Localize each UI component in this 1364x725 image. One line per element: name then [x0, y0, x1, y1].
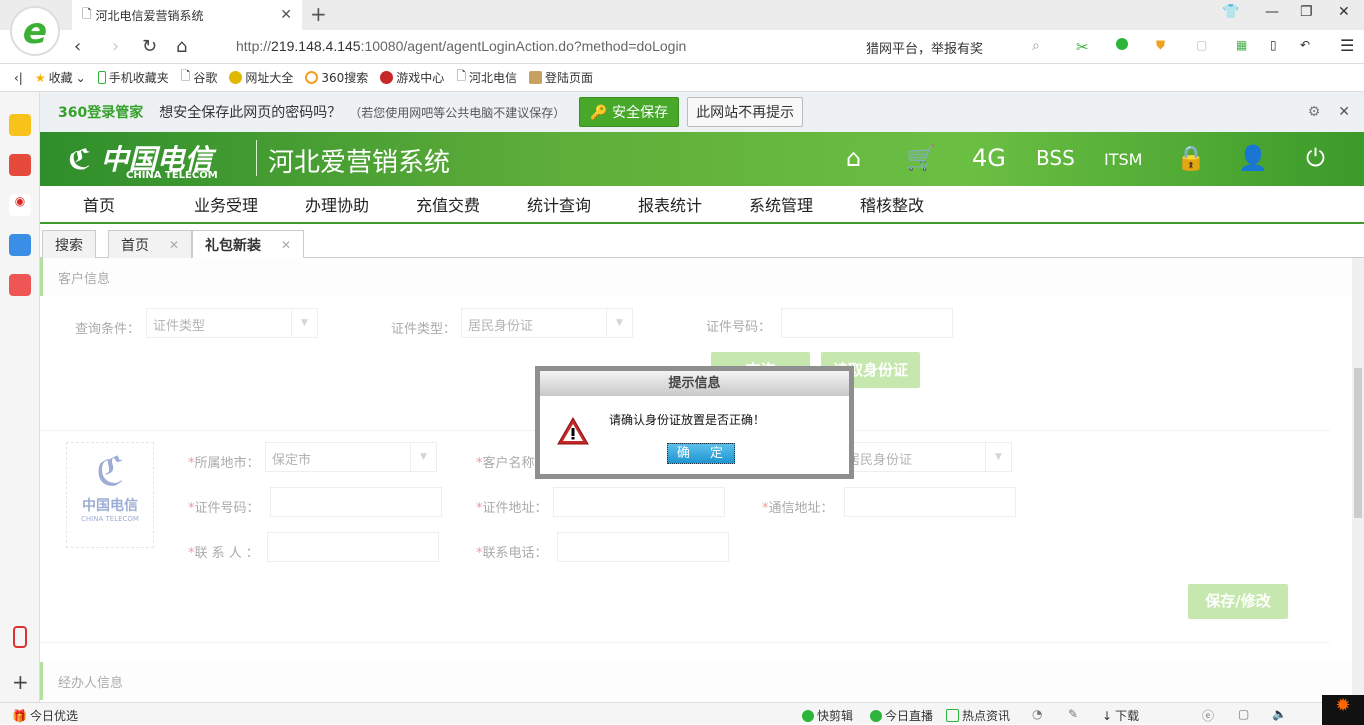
pw-manager-brand: 360登录管家: [58, 102, 143, 122]
battery-side-icon[interactable]: [13, 626, 27, 648]
bookmark-mobile[interactable]: 手机收藏夹: [98, 69, 169, 86]
power-icon[interactable]: ⏻: [1306, 144, 1325, 172]
close-bar-icon[interactable]: ✕: [1338, 104, 1350, 120]
status-news[interactable]: 热点资讯: [946, 707, 1010, 724]
reload-button[interactable]: ↻: [142, 36, 157, 57]
close-window-button[interactable]: ✕: [1338, 4, 1350, 20]
divider: [256, 140, 257, 176]
close-tab-icon[interactable]: ✕: [281, 238, 291, 252]
bookmark-games[interactable]: 游戏中心: [380, 69, 444, 86]
bookmark-hebei[interactable]: 🗋河北电信: [456, 67, 517, 88]
close-tab-icon[interactable]: ✕: [280, 7, 292, 23]
warning-icon: [557, 417, 589, 448]
minimize-button[interactable]: —: [1265, 4, 1279, 20]
ie-icon[interactable]: ⓔ: [1202, 707, 1214, 724]
undo-icon[interactable]: ↶: [1300, 38, 1310, 52]
phone-icon[interactable]: ▯: [1270, 38, 1277, 52]
game-side-icon[interactable]: [9, 274, 31, 296]
home-icon[interactable]: ⌂: [846, 144, 861, 172]
lock-icon[interactable]: 🔒: [1176, 144, 1206, 172]
search-input[interactable]: 猎网平台，举报有奖: [866, 38, 983, 57]
ok-button[interactable]: 确 定: [667, 443, 735, 464]
tab-search[interactable]: 搜索: [42, 230, 96, 258]
search-icon[interactable]: ⌕: [1032, 38, 1040, 54]
bookmark-google[interactable]: 🗋谷歌: [181, 67, 218, 88]
add-side-icon[interactable]: +: [12, 670, 29, 694]
skin-icon[interactable]: 👕: [1222, 4, 1239, 20]
weibo-side-icon[interactable]: ◉: [9, 194, 31, 216]
status-download[interactable]: ↓下载: [1102, 707, 1139, 724]
bookmark-login[interactable]: 登陆页面: [529, 69, 593, 86]
save-password-button[interactable]: 🔑 安全保存: [579, 97, 679, 127]
bookmark-sites[interactable]: 网址大全: [229, 69, 293, 86]
bookmark-favorites[interactable]: ★收藏⌄: [35, 69, 86, 86]
image-icon[interactable]: ▢: [1196, 38, 1207, 52]
favorites-side-icon[interactable]: [9, 114, 31, 136]
link-4g[interactable]: 4G: [972, 144, 1006, 172]
menu-home[interactable]: 首页: [83, 192, 194, 216]
menu-icon[interactable]: ☰: [1340, 36, 1354, 55]
apps-icon[interactable]: ▦: [1236, 38, 1247, 52]
never-prompt-button[interactable]: 此网站不再提示: [687, 97, 803, 127]
menu-audit[interactable]: 稽核整改: [860, 192, 971, 216]
menu-business[interactable]: 业务受理: [194, 192, 305, 216]
translate-icon[interactable]: [1116, 38, 1128, 53]
user-icon[interactable]: 👤: [1238, 144, 1268, 172]
scissors-icon[interactable]: ✂: [1076, 38, 1089, 56]
today-picks[interactable]: 🎁今日优选: [12, 707, 78, 724]
site-header: ℭ 中国电信 CHINA TELECOM 河北爱营销系统 ⌂ 🛒 4G BSS …: [40, 132, 1364, 186]
tab-title: 河北电信爱营销系统: [95, 7, 203, 24]
page-icon: 🗋: [82, 5, 95, 26]
menu-assist[interactable]: 办理协助: [305, 192, 416, 216]
modal-overlay: [40, 258, 1352, 702]
main-menu: 首页 业务受理 办理协助 充值交费 统计查询 报表统计 系统管理 稽核整改: [40, 186, 1364, 224]
scrollbar[interactable]: [1352, 258, 1364, 702]
sidebar-toggle-icon[interactable]: ‹|: [14, 71, 23, 85]
status-quick-edit[interactable]: 快剪辑: [802, 707, 853, 724]
news-side-icon[interactable]: [9, 154, 31, 176]
assistant-icon[interactable]: ✹: [1322, 695, 1364, 725]
cart-icon[interactable]: 🛒: [906, 144, 936, 172]
tab-home[interactable]: 首页✕: [108, 230, 192, 258]
clean-icon[interactable]: ✎: [1068, 707, 1078, 721]
pw-question: 想安全保存此网页的密码吗？: [159, 102, 341, 122]
link-itsm[interactable]: ITSM: [1104, 150, 1142, 169]
browser-sidebar: [0, 92, 40, 702]
bookmark-360search[interactable]: 360搜索: [305, 69, 368, 86]
pw-note: （若您使用网吧等公共电脑不建议保存）: [349, 104, 565, 121]
url-input[interactable]: http://219.148.4.145:10080/agent/agentLo…: [236, 38, 686, 54]
settings-icon[interactable]: ⚙: [1308, 104, 1321, 120]
maximize-button[interactable]: ❐: [1300, 4, 1313, 20]
status-live[interactable]: 今日直播: [870, 707, 933, 724]
logo-en: CHINA TELECOM: [126, 170, 218, 181]
dialog-title: 提示信息: [540, 371, 849, 396]
window-icon[interactable]: ▢: [1238, 707, 1249, 721]
menu-system[interactable]: 系统管理: [749, 192, 860, 216]
close-tab-icon[interactable]: ✕: [169, 238, 179, 252]
dialog-message: 请确认身份证放置是否正确！: [609, 411, 765, 428]
system-title: 河北爱营销系统: [268, 142, 450, 179]
volume-icon[interactable]: 🔈: [1272, 707, 1287, 721]
link-bss[interactable]: BSS: [1036, 146, 1075, 170]
back-button[interactable]: ‹: [74, 36, 81, 57]
forward-button[interactable]: ›: [112, 36, 119, 57]
browser-logo-icon[interactable]: e: [10, 6, 60, 56]
menu-reports[interactable]: 报表统计: [638, 192, 749, 216]
page-tabs: 搜索 首页✕ 礼包新装✕: [40, 226, 1364, 258]
shield-icon[interactable]: ⛊: [1156, 38, 1165, 53]
menu-stats-query[interactable]: 统计查询: [527, 192, 638, 216]
bookmarks-bar: ‹| ★收藏⌄ 手机收藏夹 🗋谷歌 网址大全 360搜索 游戏中心 🗋河北电信 …: [0, 64, 1364, 92]
password-save-bar: 360登录管家 想安全保存此网页的密码吗？ （若您使用网吧等公共电脑不建议保存）…: [40, 92, 1364, 132]
tab-gift-package[interactable]: 礼包新装✕: [192, 230, 304, 259]
browser-tab[interactable]: 🗋 河北电信爱营销系统 ✕: [72, 0, 302, 30]
new-tab-button[interactable]: +: [310, 2, 327, 26]
menu-recharge[interactable]: 充值交费: [416, 192, 527, 216]
home-button[interactable]: ⌂: [176, 36, 187, 57]
status-bar: 🎁今日优选 快剪辑 今日直播 热点资讯 ◔ ✎ ↓下载 ⓔ ▢ 🔈 ✹: [0, 702, 1364, 724]
mail-side-icon[interactable]: [9, 234, 31, 256]
speed-icon[interactable]: ◔: [1032, 707, 1042, 721]
alert-dialog: 提示信息 请确认身份证放置是否正确！ 确 定: [535, 366, 854, 479]
